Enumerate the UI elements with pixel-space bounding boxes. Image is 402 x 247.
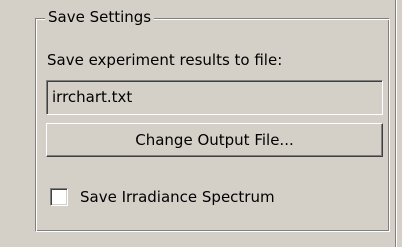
- change-output-file-button[interactable]: Change Output File...: [46, 123, 383, 157]
- output-file-label: Save experiment results to file:: [47, 51, 283, 69]
- save-irradiance-spectrum-label[interactable]: Save Irradiance Spectrum: [80, 187, 275, 207]
- output-file-field[interactable]: irrchart.txt: [46, 80, 383, 115]
- save-settings-title: Save Settings: [45, 7, 155, 27]
- panel-edge-highlight: [396, 0, 397, 247]
- save-irradiance-spectrum-checkbox[interactable]: [50, 188, 68, 206]
